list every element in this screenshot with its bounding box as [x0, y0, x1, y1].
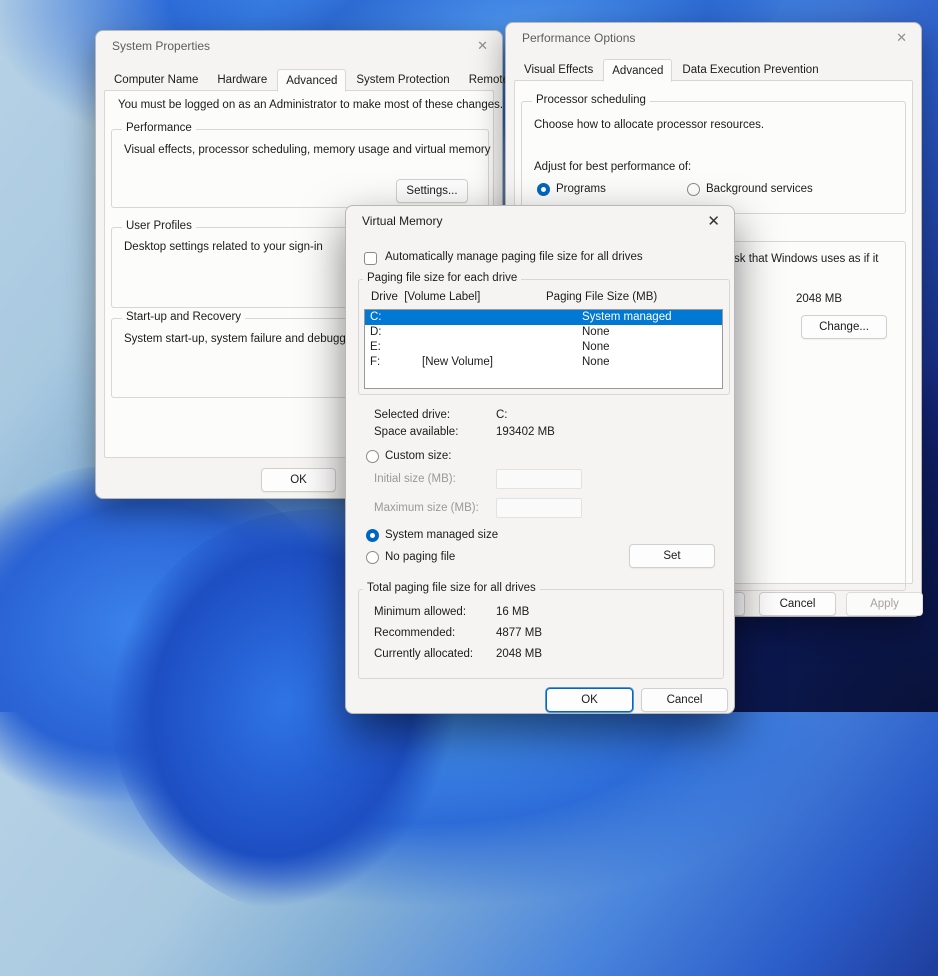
paging-size: None — [582, 355, 722, 370]
volume-label — [422, 340, 582, 355]
recommended-value: 4877 MB — [496, 627, 542, 639]
drive-letter: E: — [365, 340, 422, 355]
drive-row-f[interactable]: F: [New Volume] None — [365, 355, 722, 370]
performance-desc: Visual effects, processor scheduling, me… — [124, 144, 490, 156]
maximum-size-input — [496, 498, 582, 518]
tab-advanced[interactable]: Advanced — [603, 59, 672, 82]
background-services-radio[interactable] — [687, 183, 700, 196]
tab-advanced[interactable]: Advanced — [277, 69, 346, 92]
tab-data-execution-prevention[interactable]: Data Execution Prevention — [673, 60, 827, 81]
processor-scheduling-desc: Choose how to allocate processor resourc… — [534, 119, 764, 131]
programs-radio-label[interactable]: Programs — [556, 183, 606, 195]
no-paging-label[interactable]: No paging file — [385, 551, 455, 563]
tab-visual-effects[interactable]: Visual Effects — [515, 60, 602, 81]
paging-size: None — [582, 340, 722, 355]
totals-group-label: Total paging file size for all drives — [363, 582, 540, 594]
auto-manage-label[interactable]: Automatically manage paging file size fo… — [385, 251, 643, 263]
startup-recovery-desc: System start-up, system failure and debu… — [124, 333, 361, 345]
volume-label — [422, 325, 582, 340]
volume-label — [422, 310, 582, 325]
cancel-button[interactable]: Cancel — [759, 592, 836, 616]
currently-allocated-label: Currently allocated: — [374, 648, 473, 660]
no-paging-radio[interactable] — [366, 551, 379, 564]
close-icon[interactable]: ✕ — [896, 29, 907, 47]
admin-note: You must be logged on as an Administrato… — [118, 99, 503, 111]
tab-system-protection[interactable]: System Protection — [347, 70, 458, 91]
selected-drive-value: C: — [496, 409, 508, 421]
tab-hardware[interactable]: Hardware — [208, 70, 276, 91]
paging-size: System managed — [582, 310, 722, 325]
startup-recovery-group-label: Start-up and Recovery — [122, 311, 245, 323]
column-header-drive: Drive [Volume Label] — [371, 291, 480, 303]
auto-manage-checkbox[interactable] — [364, 252, 377, 265]
drive-row-d[interactable]: D: None — [365, 325, 722, 340]
recommended-label: Recommended: — [374, 627, 455, 639]
space-available-label: Space available: — [374, 426, 458, 438]
custom-size-radio[interactable] — [366, 450, 379, 463]
background-services-radio-label[interactable]: Background services — [706, 183, 813, 195]
change-button[interactable]: Change... — [801, 315, 887, 339]
column-header-size: Paging File Size (MB) — [546, 291, 657, 303]
processor-scheduling-group: Processor scheduling — [521, 101, 906, 214]
tab-strip: Computer Name Hardware Advanced System P… — [105, 69, 519, 91]
performance-group-label: Performance — [122, 122, 196, 134]
drive-letter: D: — [365, 325, 422, 340]
close-icon[interactable]: ✕ — [707, 213, 720, 231]
virtual-memory-partial-text: sk that Windows uses as if it — [734, 253, 878, 265]
drive-row-c[interactable]: C: System managed — [365, 310, 722, 325]
apply-button[interactable]: Apply — [846, 592, 923, 616]
performance-settings-button[interactable]: Settings... — [396, 179, 468, 203]
drive-letter: C: — [365, 310, 422, 325]
window-title: Virtual Memory — [362, 214, 442, 228]
paging-size: None — [582, 325, 722, 340]
system-managed-label[interactable]: System managed size — [385, 529, 498, 541]
minimum-allowed-label: Minimum allowed: — [374, 606, 466, 618]
window-title: Performance Options — [522, 31, 635, 45]
custom-size-label[interactable]: Custom size: — [385, 450, 451, 462]
programs-radio[interactable] — [537, 183, 550, 196]
set-button[interactable]: Set — [629, 544, 715, 568]
minimum-allowed-value: 16 MB — [496, 606, 529, 618]
initial-size-label: Initial size (MB): — [374, 473, 456, 485]
user-profiles-desc: Desktop settings related to your sign-in — [124, 241, 323, 253]
selected-drive-label: Selected drive: — [374, 409, 450, 421]
ok-button[interactable]: OK — [546, 688, 633, 712]
tab-strip: Visual Effects Advanced Data Execution P… — [515, 59, 829, 81]
paging-size-group-label: Paging file size for each drive — [363, 272, 521, 284]
virtual-memory-total: 2048 MB — [796, 293, 842, 305]
maximum-size-label: Maximum size (MB): — [374, 502, 479, 514]
drive-letter: F: — [365, 355, 422, 370]
space-available-value: 193402 MB — [496, 426, 555, 438]
virtual-memory-window: Virtual Memory ✕ Automatically manage pa… — [345, 205, 735, 714]
cancel-button[interactable]: Cancel — [641, 688, 728, 712]
currently-allocated-value: 2048 MB — [496, 648, 542, 660]
drive-row-e[interactable]: E: None — [365, 340, 722, 355]
user-profiles-group-label: User Profiles — [122, 220, 196, 232]
initial-size-input — [496, 469, 582, 489]
volume-label: [New Volume] — [422, 355, 582, 370]
system-managed-radio[interactable] — [366, 529, 379, 542]
adjust-label: Adjust for best performance of: — [534, 161, 691, 173]
tab-computer-name[interactable]: Computer Name — [105, 70, 207, 91]
drive-listbox[interactable]: C: System managed D: None E: None F: [Ne… — [364, 309, 723, 389]
ok-button[interactable]: OK — [261, 468, 336, 492]
processor-scheduling-label: Processor scheduling — [532, 94, 650, 106]
close-icon[interactable]: ✕ — [477, 37, 488, 55]
window-title: System Properties — [112, 39, 210, 53]
